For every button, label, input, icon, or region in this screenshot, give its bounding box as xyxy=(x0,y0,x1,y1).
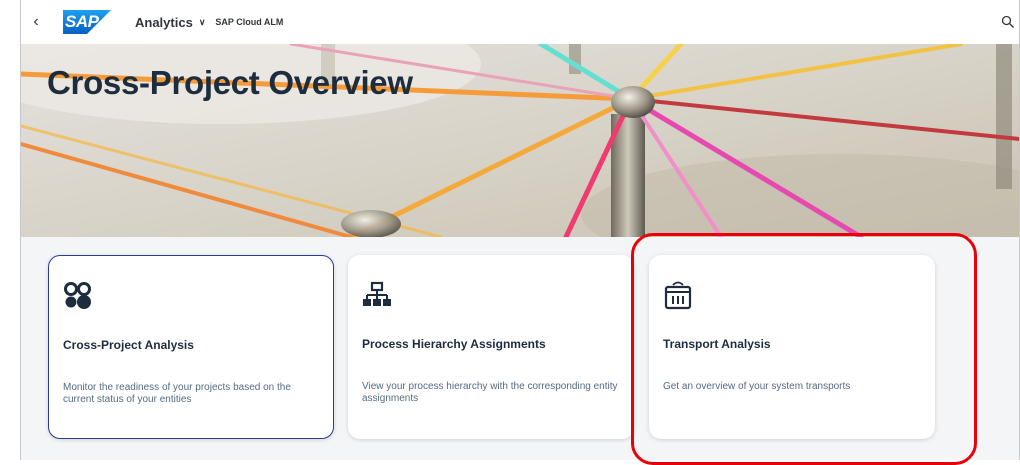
page-title: Cross-Project Overview xyxy=(47,64,413,101)
card-transport-analysis[interactable]: Transport Analysis Get an overview of yo… xyxy=(649,255,935,439)
back-button[interactable]: ‹ xyxy=(21,0,51,44)
hero-banner: Cross-Project Overview xyxy=(21,44,1019,237)
shell-bar: ‹ SAP Analytics ∨ SAP Cloud ALM xyxy=(21,0,1019,44)
card-title: Transport Analysis xyxy=(663,337,771,351)
chevron-down-icon: ∨ xyxy=(198,16,206,27)
app-frame: ‹ SAP Analytics ∨ SAP Cloud ALM Cross-Pr… xyxy=(20,0,1020,460)
cards-area: Cross-Project Analysis Monitor the readi… xyxy=(21,237,1019,460)
card-process-hierarchy-assignments[interactable]: Process Hierarchy Assignments View your … xyxy=(348,255,634,439)
card-description: Monitor the readiness of your projects b… xyxy=(63,382,291,405)
app-subtitle: SAP Cloud ALM xyxy=(215,17,284,27)
card-description: Get an overview of your system transport… xyxy=(663,381,851,392)
chevron-left-icon: ‹ xyxy=(33,13,39,30)
app-title: Analytics xyxy=(135,14,193,30)
card-description: View your process hierarchy with the cor… xyxy=(362,381,618,404)
card-cross-project-analysis[interactable]: Cross-Project Analysis Monitor the readi… xyxy=(48,255,334,439)
sap-logo[interactable]: SAP xyxy=(63,10,111,34)
transport-container-icon xyxy=(664,281,692,310)
circles-grid-icon xyxy=(64,282,91,309)
card-title: Process Hierarchy Assignments xyxy=(362,337,546,351)
app-title-menu[interactable]: Analytics ∨ xyxy=(135,15,205,30)
logo-text: SAP xyxy=(65,12,99,31)
search-icon[interactable] xyxy=(1001,15,1015,29)
hierarchy-icon xyxy=(363,281,391,306)
card-title: Cross-Project Analysis xyxy=(63,338,194,352)
